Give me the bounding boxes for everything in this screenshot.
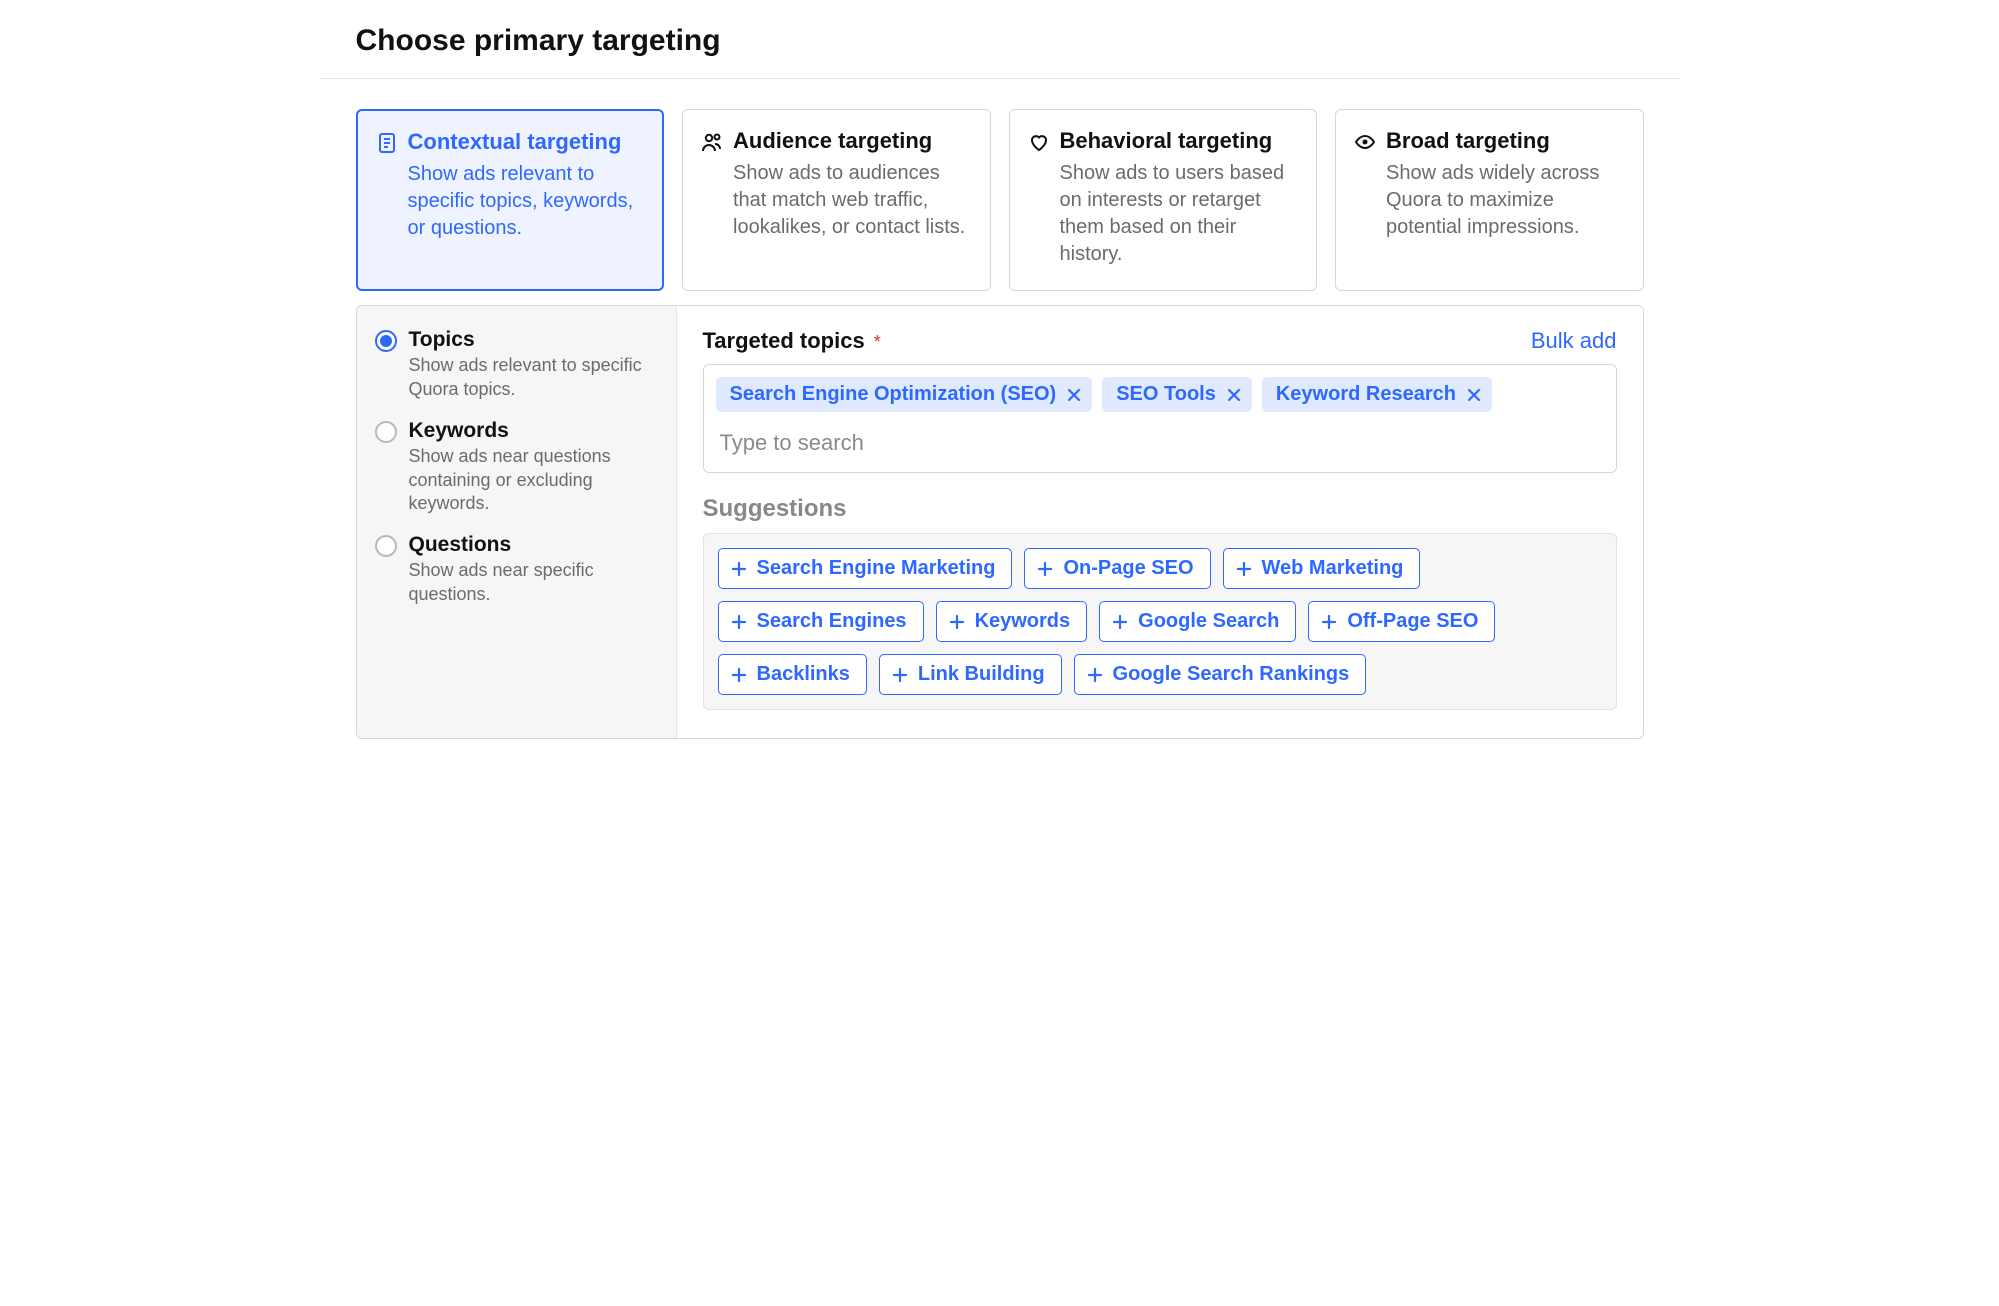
suggestion-label: Web Marketing [1262, 557, 1404, 580]
card-title: Broad targeting [1386, 128, 1550, 154]
suggestion-chip[interactable]: Web Marketing [1223, 548, 1421, 589]
radio-text: KeywordsShow ads near questions containi… [409, 419, 658, 515]
plus-icon [949, 614, 965, 630]
suggestion-label: Link Building [918, 663, 1045, 686]
plus-icon [1087, 667, 1103, 683]
radio-text: QuestionsShow ads near specific question… [409, 533, 658, 606]
sidebar-option-topics[interactable]: TopicsShow ads relevant to specific Quor… [375, 328, 658, 401]
radio-label: Questions [409, 533, 658, 557]
plus-icon [1236, 561, 1252, 577]
eye-icon [1354, 131, 1376, 153]
suggestion-chip[interactable]: Search Engine Marketing [718, 548, 1013, 589]
page-title: Choose primary targeting [320, 0, 1680, 78]
targeting-card-audience[interactable]: Audience targeting Show ads to audiences … [682, 109, 991, 291]
radio-text: TopicsShow ads relevant to specific Quor… [409, 328, 658, 401]
radio-button[interactable] [375, 421, 397, 443]
field-header: Targeted topics * Bulk add [703, 328, 1617, 354]
heart-icon [1028, 131, 1050, 153]
card-description: Show ads widely across Quora to maximize… [1386, 160, 1625, 241]
sidebar-option-questions[interactable]: QuestionsShow ads near specific question… [375, 533, 658, 606]
targeting-card-broad[interactable]: Broad targeting Show ads widely across Qu… [1335, 109, 1644, 291]
card-description: Show ads to audiences that match web tra… [733, 160, 972, 241]
targeted-topics-label: Targeted topics [703, 328, 865, 353]
suggestions-box: Search Engine Marketing On-Page SEO Web Ma… [703, 533, 1617, 710]
suggestion-chip[interactable]: Keywords [936, 601, 1088, 642]
suggestion-label: Google Search [1138, 610, 1279, 633]
radio-description: Show ads near questions containing or ex… [409, 445, 658, 515]
suggestion-label: Google Search Rankings [1113, 663, 1350, 686]
suggestion-chip[interactable]: Google Search Rankings [1074, 654, 1367, 695]
sidebar: TopicsShow ads relevant to specific Quor… [357, 306, 677, 738]
close-icon[interactable] [1066, 387, 1082, 403]
radio-description: Show ads near specific questions. [409, 559, 658, 606]
card-title: Contextual targeting [408, 129, 622, 155]
close-icon[interactable] [1466, 387, 1482, 403]
chip-label: Search Engine Optimization (SEO) [730, 383, 1057, 406]
suggestion-label: Search Engines [757, 610, 907, 633]
main-area: Targeted topics * Bulk add Search Engine… [677, 306, 1643, 738]
plus-icon [731, 614, 747, 630]
close-icon[interactable] [1226, 387, 1242, 403]
plus-icon [731, 561, 747, 577]
suggestion-label: Keywords [975, 610, 1071, 633]
card-title: Behavioral targeting [1060, 128, 1273, 154]
suggestion-chip[interactable]: Off-Page SEO [1308, 601, 1495, 642]
chip-label: SEO Tools [1116, 383, 1216, 406]
search-input[interactable] [716, 422, 1604, 466]
plus-icon [731, 667, 747, 683]
radio-label: Keywords [409, 419, 658, 443]
radio-description: Show ads relevant to specific Quora topi… [409, 354, 658, 401]
sidebar-option-keywords[interactable]: KeywordsShow ads near questions containi… [375, 419, 658, 515]
suggestion-chip[interactable]: Backlinks [718, 654, 867, 695]
suggestion-label: Backlinks [757, 663, 850, 686]
document-icon [376, 132, 398, 154]
suggestion-chip[interactable]: On-Page SEO [1024, 548, 1210, 589]
selected-topic-chip: Search Engine Optimization (SEO) [716, 377, 1093, 412]
field-label-wrap: Targeted topics * [703, 328, 881, 354]
suggestion-chip[interactable]: Link Building [879, 654, 1062, 695]
bulk-add-link[interactable]: Bulk add [1531, 328, 1617, 354]
plus-icon [892, 667, 908, 683]
targeting-cards-row: Contextual targeting Show ads relevant to… [356, 109, 1644, 291]
suggestion-label: On-Page SEO [1063, 557, 1193, 580]
chip-label: Keyword Research [1276, 383, 1456, 406]
card-description: Show ads to users based on interests or … [1060, 160, 1299, 268]
targeting-card-behavioral[interactable]: Behavioral targeting Show ads to users ba… [1009, 109, 1318, 291]
radio-button[interactable] [375, 535, 397, 557]
targeting-panel: TopicsShow ads relevant to specific Quor… [356, 305, 1644, 739]
targeting-card-contextual[interactable]: Contextual targeting Show ads relevant to… [356, 109, 665, 291]
card-description: Show ads relevant to specific topics, ke… [408, 161, 645, 242]
selected-topic-chip: SEO Tools [1102, 377, 1252, 412]
suggestion-label: Off-Page SEO [1347, 610, 1478, 633]
radio-button[interactable] [375, 330, 397, 352]
suggestion-chip[interactable]: Google Search [1099, 601, 1296, 642]
radio-label: Topics [409, 328, 658, 352]
divider [320, 78, 1680, 79]
suggestions-heading: Suggestions [703, 495, 1617, 523]
topics-input-box[interactable]: Search Engine Optimization (SEO) SEO Tool… [703, 364, 1617, 473]
required-marker: * [874, 332, 881, 352]
plus-icon [1321, 614, 1337, 630]
card-title: Audience targeting [733, 128, 932, 154]
people-icon [701, 131, 723, 153]
plus-icon [1037, 561, 1053, 577]
plus-icon [1112, 614, 1128, 630]
suggestion-chip[interactable]: Search Engines [718, 601, 924, 642]
selected-topic-chip: Keyword Research [1262, 377, 1492, 412]
suggestion-label: Search Engine Marketing [757, 557, 996, 580]
